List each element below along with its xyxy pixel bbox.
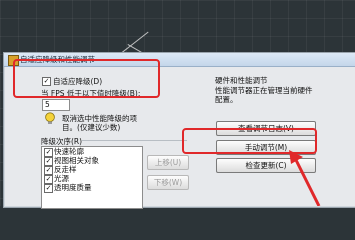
list-item[interactable]: ✓ 透明度质量 — [42, 183, 142, 193]
right-group-desc: 性能调节器正在管理当前硬件配置。 — [215, 86, 313, 104]
fps-value: 5 — [45, 100, 50, 109]
highlight-box-adaptive — [13, 59, 160, 98]
tip-text: 取消选中性能降级的项目。(仅建议少数) — [62, 114, 137, 132]
move-down-button[interactable]: 下移(W) — [147, 175, 189, 190]
list-item-label: 透明度质量 — [54, 183, 92, 192]
list-item[interactable]: ✓ 快速轮廓 — [42, 147, 142, 157]
degrade-order-list[interactable]: ✓ 快速轮廓 ✓ 视图相关对象 ✓ 反走样 ✓ 光源 ✓ 透明度质量 — [41, 146, 143, 209]
list-item-label: 快速轮廓 — [54, 147, 84, 156]
list-item-label: 视图相关对象 — [54, 156, 99, 165]
lightbulb-icon — [45, 112, 55, 124]
red-arrow-icon — [289, 150, 321, 206]
list-item-checkbox[interactable]: ✓ — [44, 184, 53, 193]
list-item-label: 光源 — [54, 174, 69, 183]
list-item-label: 反走样 — [54, 165, 77, 174]
list-item[interactable]: ✓ 视图相关对象 — [42, 156, 142, 166]
right-group-title: 硬件和性能调节 — [215, 76, 268, 85]
fps-input[interactable]: 5 — [42, 99, 70, 111]
group-separator — [82, 140, 187, 141]
move-up-button[interactable]: 上移(U) — [147, 155, 189, 170]
list-item[interactable]: ✓ 反走样 — [42, 165, 142, 175]
list-item[interactable]: ✓ 光源 — [42, 174, 142, 184]
